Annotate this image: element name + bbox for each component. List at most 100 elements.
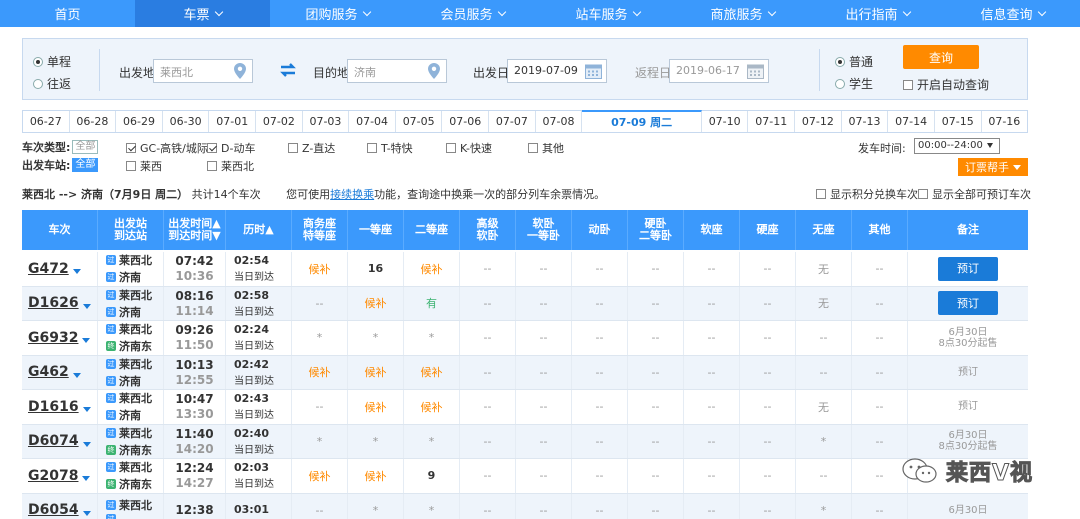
show-all-checkbox[interactable]: 显示全部可预订车次 [918, 186, 1031, 202]
seat-cell: -- [572, 390, 628, 424]
train-number[interactable]: D1616 [28, 399, 79, 415]
from-station-name: 莱西北 [119, 461, 152, 475]
date-tab[interactable]: 07-08 [536, 111, 583, 132]
seat-cell[interactable]: 候补 [404, 390, 460, 424]
ticket-helper-button[interactable]: 订票帮手 [958, 158, 1028, 176]
date-tab[interactable]: 07-01 [209, 111, 257, 132]
seat-cell[interactable]: 候补 [348, 286, 404, 320]
filter-station-laixi[interactable]: 莱西 [126, 158, 162, 174]
train-number[interactable]: D1626 [28, 295, 79, 311]
swap-icon[interactable] [279, 62, 297, 78]
col-soft-seat: 软座 [684, 210, 740, 250]
return-date-input[interactable]: 2019-06-17 [669, 59, 769, 83]
nav-item[interactable]: 站车服务 [540, 0, 675, 27]
seat-cell[interactable]: 9 [404, 459, 460, 493]
filter-other[interactable]: 其他 [528, 140, 564, 156]
expand-arrow-icon[interactable] [82, 476, 91, 482]
train-number[interactable]: G462 [28, 364, 69, 380]
seat-cell[interactable]: 候补 [404, 355, 460, 389]
date-tab[interactable]: 07-09 周二 [582, 110, 702, 132]
nav-item[interactable]: 出行指南 [810, 0, 945, 27]
date-tab[interactable]: 07-04 [349, 111, 396, 132]
note-text: 预订 [958, 401, 978, 413]
expand-arrow-icon[interactable] [82, 407, 91, 413]
date-tab[interactable]: 07-02 [256, 111, 303, 132]
filter-d[interactable]: D-动车 [207, 140, 255, 156]
from-station: 过莱西北 [106, 287, 152, 303]
seat-cell[interactable]: 候补 [404, 252, 460, 286]
depart-date-input[interactable]: 2019-07-09 [507, 59, 607, 83]
station-all-tag[interactable]: 全部 [72, 157, 99, 172]
type-student-radio[interactable]: 学生 [835, 75, 873, 92]
book-button[interactable]: 预订 [938, 291, 998, 316]
filter-station-laixibei[interactable]: 莱西北 [207, 158, 254, 174]
date-tab[interactable]: 07-12 [795, 111, 842, 132]
date-tab[interactable]: 07-15 [935, 111, 982, 132]
show-points-checkbox[interactable]: 显示积分兑换车次 [816, 186, 918, 202]
trip-round-radio[interactable]: 往返 [33, 75, 71, 92]
date-tab[interactable]: 06-30 [163, 111, 210, 132]
trip-oneway-radio[interactable]: 单程 [33, 53, 71, 70]
expand-arrow-icon[interactable] [82, 338, 91, 344]
seat-cell[interactable]: 候补 [292, 459, 348, 493]
date-tab[interactable]: 06-27 [23, 111, 70, 132]
date-tab[interactable]: 07-03 [303, 111, 350, 132]
train-cell: D1626 [22, 286, 98, 320]
date-tab[interactable]: 07-05 [396, 111, 443, 132]
nav-item[interactable]: 商旅服务 [675, 0, 810, 27]
filter-k[interactable]: K-快速 [446, 140, 492, 156]
seat-cell[interactable]: 候补 [292, 252, 348, 286]
expand-arrow-icon[interactable] [82, 510, 91, 516]
nav-item[interactable]: 团购服务 [270, 0, 405, 27]
nav-item[interactable]: 信息查询 [945, 0, 1080, 27]
col-times[interactable]: 出发时间▲ 到达时间▼ [164, 210, 226, 250]
expand-arrow-icon[interactable] [72, 372, 81, 378]
col-stations[interactable]: 出发站 到达站 [98, 210, 164, 250]
seat-cell[interactable]: 候补 [292, 355, 348, 389]
to-station: 过济南 [106, 373, 141, 389]
nav-item[interactable]: 首页 [0, 0, 135, 27]
seat-cell[interactable]: 16 [348, 252, 404, 286]
query-button[interactable]: 查询 [903, 45, 979, 69]
expand-arrow-icon[interactable] [72, 269, 81, 275]
date-tab[interactable]: 07-14 [888, 111, 935, 132]
date-tab[interactable]: 07-10 [702, 111, 749, 132]
to-input[interactable]: 济南 [347, 59, 447, 83]
date-tab[interactable]: 07-07 [489, 111, 536, 132]
filter-z[interactable]: Z-直达 [288, 140, 335, 156]
filter-gc[interactable]: GC-高铁/城际 [126, 140, 208, 156]
expand-arrow-icon[interactable] [82, 441, 91, 447]
to-label: 目的地 [313, 66, 350, 80]
seat-cell[interactable]: 有 [404, 286, 460, 320]
date-tab[interactable]: 06-29 [116, 111, 163, 132]
train-number[interactable]: D6074 [28, 433, 79, 449]
seat-cell: -- [460, 424, 516, 458]
type-normal-radio[interactable]: 普通 [835, 53, 873, 70]
expand-arrow-icon[interactable] [82, 303, 91, 309]
end-station-icon: 终 [106, 341, 116, 352]
nav-item[interactable]: 会员服务 [405, 0, 540, 27]
date-tab[interactable]: 07-13 [842, 111, 889, 132]
transfer-link[interactable]: 接续换乘 [330, 188, 374, 201]
train-number[interactable]: G6932 [28, 330, 78, 346]
book-button[interactable]: 预订 [938, 256, 998, 281]
seat-cell[interactable]: 候补 [348, 459, 404, 493]
date-tab[interactable]: 07-16 [982, 111, 1028, 132]
filter-t[interactable]: T-特快 [367, 140, 413, 156]
arrive-time: 14:20 [175, 441, 214, 456]
col-adv-sleeper: 高级 软卧 [460, 210, 516, 250]
col-duration[interactable]: 历时▲ [226, 210, 292, 250]
seat-cell[interactable]: 候补 [348, 390, 404, 424]
date-tab[interactable]: 07-06 [442, 111, 490, 132]
date-tab[interactable]: 07-11 [748, 111, 796, 132]
train-number[interactable]: D6054 [28, 502, 79, 518]
train-type-all-tag[interactable]: 全部 [72, 139, 99, 154]
depart-time-select[interactable]: 00:00--24:00 [914, 138, 1000, 154]
seat-cell[interactable]: 候补 [348, 355, 404, 389]
nav-item[interactable]: 车票 [135, 0, 270, 27]
train-number[interactable]: G2078 [28, 468, 78, 484]
date-tab[interactable]: 06-28 [70, 111, 117, 132]
from-input[interactable]: 莱西北 [153, 59, 253, 83]
auto-query-checkbox[interactable]: 开启自动查询 [903, 76, 989, 93]
train-number[interactable]: G472 [28, 261, 69, 277]
